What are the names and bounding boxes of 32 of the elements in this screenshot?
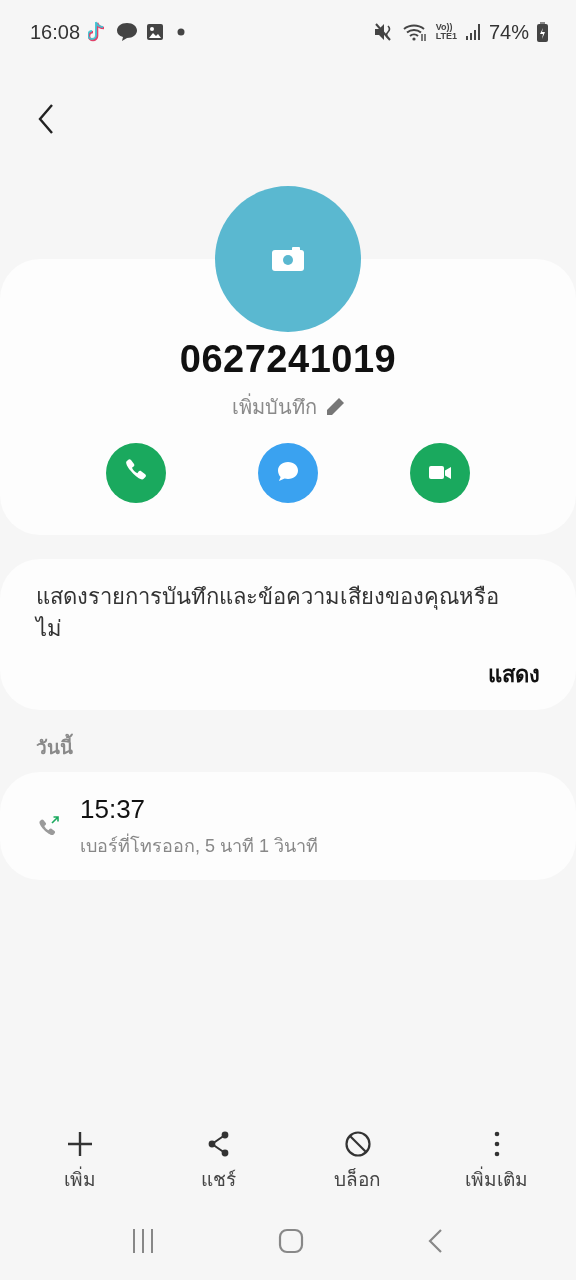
signal-icon: [464, 23, 481, 41]
prompt-text: แสดงรายการบันทึกและข้อความเสียงของคุณหรือไม่: [36, 583, 500, 643]
phone-number: 0627241019: [179, 338, 397, 381]
call-button[interactable]: [106, 443, 166, 503]
more-icon: [492, 1130, 501, 1158]
call-log-entry[interactable]: 15:37 เบอร์ที่โทรออก, 5 นาที 1 วินาที: [0, 772, 576, 880]
video-call-button[interactable]: [410, 443, 470, 503]
battery-level: 74%: [488, 20, 529, 44]
recent-apps-icon[interactable]: [131, 1228, 156, 1254]
pencil-icon: [324, 397, 345, 417]
wifi-icon: [401, 22, 428, 42]
back-icon[interactable]: [426, 1228, 445, 1254]
more-button[interactable]: เพิ่มเติม: [441, 1130, 552, 1194]
block-icon: [343, 1130, 372, 1158]
network-label: LTE1: [435, 32, 457, 41]
section-heading: วันนี้: [36, 732, 540, 762]
call-time: 15:37: [80, 794, 147, 825]
add-button[interactable]: เพิ่ม: [24, 1130, 135, 1194]
camera-icon: [272, 247, 304, 271]
show-button[interactable]: แสดง: [488, 657, 540, 692]
message-button[interactable]: [258, 443, 318, 503]
chat-bubble-icon: [116, 22, 139, 42]
call-detail: เบอร์ที่โทรออก, 5 นาที 1 วินาที: [80, 831, 319, 860]
block-button[interactable]: บล็อก: [302, 1130, 413, 1194]
network-label: Vo)): [435, 23, 453, 32]
add-icon: [65, 1130, 94, 1158]
mute-icon: [373, 22, 394, 42]
home-icon[interactable]: [278, 1228, 304, 1254]
clock: 16:08: [30, 20, 81, 44]
battery-icon: [537, 22, 548, 42]
share-button[interactable]: แชร์: [163, 1130, 274, 1194]
image-icon: [146, 23, 165, 41]
